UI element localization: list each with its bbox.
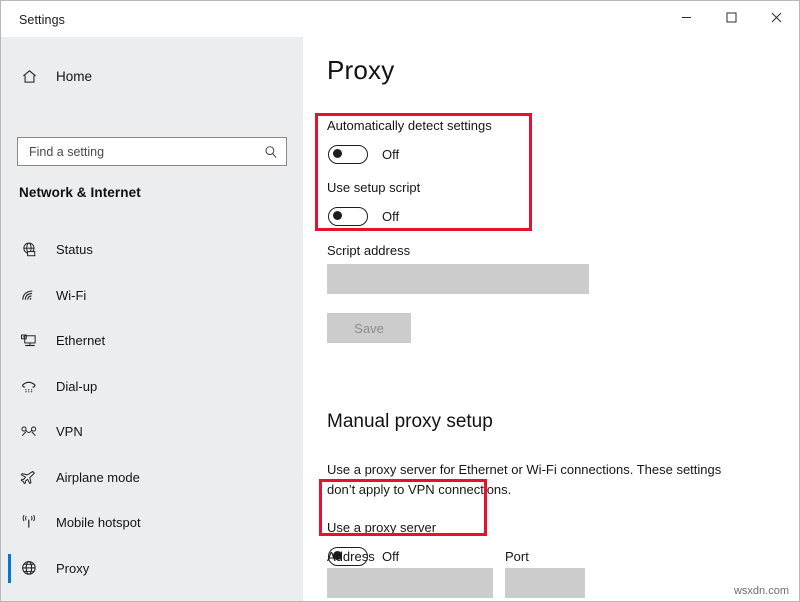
settings-window: Settings Home Find a setting Network & I…: [0, 0, 800, 602]
hotspot-icon: [9, 514, 49, 531]
search-input[interactable]: [29, 138, 264, 165]
port-input[interactable]: [505, 568, 585, 598]
close-button[interactable]: [754, 1, 799, 33]
maximize-icon: [726, 12, 737, 22]
maximize-button[interactable]: [709, 1, 754, 33]
sidebar-item-wifi[interactable]: Wi-Fi: [1, 273, 303, 319]
address-label: Address: [327, 549, 375, 564]
search-icon[interactable]: [264, 145, 278, 159]
sidebar-nav-list: Status Wi-Fi Ethernet Dial-up VPN Airpla…: [1, 227, 303, 591]
vpn-icon: [9, 423, 49, 440]
selection-indicator: [8, 553, 11, 583]
auto-detect-toggle-row[interactable]: Off: [328, 145, 399, 164]
window-caption-buttons: [664, 1, 799, 33]
globe-icon: [9, 559, 49, 577]
use-proxy-toggle-state: Off: [382, 549, 400, 564]
manual-proxy-description: Use a proxy server for Ethernet or Wi-Fi…: [327, 462, 722, 497]
close-icon: [771, 12, 782, 22]
minimize-button[interactable]: [664, 1, 709, 33]
sidebar-item-home[interactable]: Home: [1, 59, 303, 93]
ethernet-icon: [9, 332, 49, 349]
toggle-knob: [333, 211, 342, 220]
sidebar-item-vpn-label: VPN: [56, 424, 83, 440]
dialup-icon: [9, 378, 49, 395]
search-box[interactable]: [17, 137, 287, 166]
minimize-icon: [682, 16, 691, 18]
auto-detect-label: Automatically detect settings: [327, 118, 492, 133]
sidebar-item-airplane-mode-label: Airplane mode: [56, 469, 140, 485]
port-label: Port: [505, 549, 529, 564]
sidebar-item-mobile-hotspot[interactable]: Mobile hotspot: [1, 500, 303, 546]
sidebar-item-ethernet[interactable]: Ethernet: [1, 318, 303, 364]
wifi-icon: [9, 287, 49, 304]
toggle-knob: [333, 149, 342, 158]
home-icon: [9, 68, 49, 85]
sidebar: Home Network & Internet: [1, 37, 303, 601]
auto-detect-toggle-state: Off: [382, 147, 400, 162]
title-bar: Settings: [1, 1, 799, 37]
sidebar-item-status[interactable]: Status: [1, 227, 303, 273]
sidebar-category-title: Network & Internet: [19, 185, 141, 200]
setup-script-toggle[interactable]: [328, 207, 368, 226]
globe-status-icon: [9, 241, 49, 258]
sidebar-item-airplane-mode[interactable]: Airplane mode: [1, 455, 303, 501]
window-title: Settings: [19, 13, 65, 27]
manual-proxy-title: Manual proxy setup: [327, 411, 493, 432]
script-address-input[interactable]: [327, 264, 589, 294]
address-input[interactable]: [327, 568, 493, 598]
main-content: Proxy Automatically detect settings Off …: [303, 37, 799, 601]
sidebar-item-status-label: Status: [56, 242, 93, 258]
setup-script-toggle-row[interactable]: Off: [328, 207, 399, 226]
auto-detect-toggle[interactable]: [328, 145, 368, 164]
setup-script-toggle-state: Off: [382, 209, 400, 224]
page-title: Proxy: [327, 55, 395, 85]
script-address-label: Script address: [327, 243, 411, 258]
sidebar-item-home-label: Home: [56, 68, 93, 84]
sidebar-item-dialup-label: Dial-up: [56, 378, 98, 394]
sidebar-item-ethernet-label: Ethernet: [56, 333, 106, 349]
sidebar-item-mobile-hotspot-label: Mobile hotspot: [56, 515, 141, 531]
watermark: wsxdn.com: [733, 585, 789, 597]
sidebar-item-proxy[interactable]: Proxy: [1, 546, 303, 592]
setup-script-label: Use setup script: [327, 180, 421, 195]
sidebar-item-dialup[interactable]: Dial-up: [1, 364, 303, 410]
save-button[interactable]: Save: [327, 313, 411, 343]
sidebar-item-proxy-label: Proxy: [56, 560, 90, 576]
sidebar-item-vpn[interactable]: VPN: [1, 409, 303, 455]
airplane-icon: [9, 469, 49, 486]
sidebar-item-wifi-label: Wi-Fi: [56, 287, 87, 303]
use-proxy-label: Use a proxy server: [327, 520, 437, 535]
